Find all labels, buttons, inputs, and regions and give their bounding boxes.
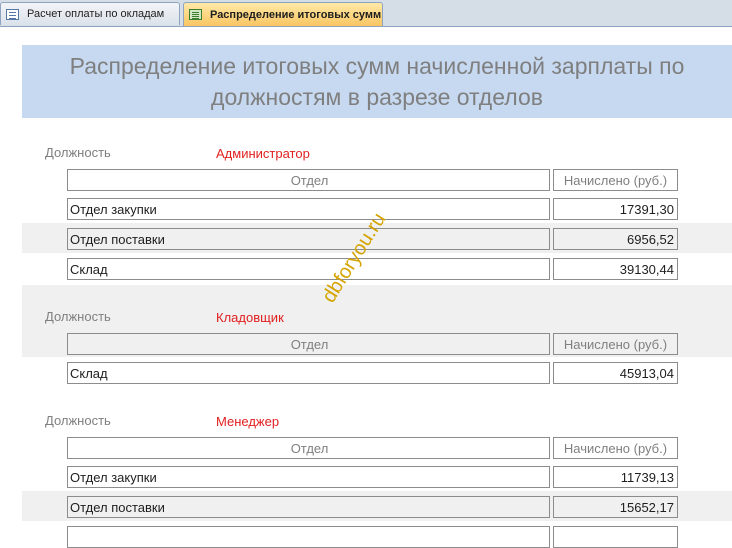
report-title: Распределение итоговых сумм начисленной … [69, 52, 685, 110]
department-cell[interactable]: Отдел закупки [67, 466, 550, 488]
amount-cell[interactable]: 15652,17 [553, 496, 678, 518]
amount-cell[interactable]: 17391,30 [553, 198, 678, 220]
amount-cell[interactable]: 39130,44 [553, 258, 678, 280]
column-header-department: Отдел [67, 333, 550, 355]
column-header-amount: Начислено (руб.) [553, 169, 678, 191]
position-value: Кладовщик [216, 310, 284, 325]
amount-cell[interactable] [553, 526, 678, 548]
department-cell[interactable]: Отдел поставки [67, 228, 550, 250]
tab-salary-calc[interactable]: Расчет оплаты по окладам [0, 2, 180, 25]
position-value: Менеджер [216, 414, 280, 429]
column-header-amount: Начислено (руб.) [553, 437, 678, 459]
tab-label: Расчет оплаты по окладам [27, 8, 165, 20]
report-title-band: Распределение итоговых сумм начисленной … [22, 45, 732, 118]
position-label: Должность [45, 145, 111, 160]
position-value: Администратор [216, 146, 310, 161]
position-label: Должность [45, 413, 111, 428]
form-icon [189, 9, 202, 20]
department-cell[interactable]: Склад [67, 258, 550, 280]
document-tab-bar: Расчет оплаты по окладам Распределение и… [0, 0, 732, 27]
department-cell[interactable]: Отдел закупки [67, 198, 550, 220]
report-icon [6, 8, 19, 20]
column-header-amount: Начислено (руб.) [553, 333, 678, 355]
amount-cell[interactable]: 11739,13 [553, 466, 678, 488]
position-label: Должность [45, 309, 111, 324]
tab-label: Распределение итоговых сумм [210, 8, 382, 21]
department-cell[interactable]: Отдел поставки [67, 496, 550, 518]
department-cell[interactable]: Склад [67, 362, 550, 384]
column-header-department: Отдел [67, 169, 550, 191]
column-header-department: Отдел [67, 437, 550, 459]
tab-totals-distribution[interactable]: Распределение итоговых сумм [183, 2, 383, 26]
department-cell[interactable] [67, 526, 550, 548]
amount-cell[interactable]: 45913,04 [553, 362, 678, 384]
amount-cell[interactable]: 6956,52 [553, 228, 678, 250]
